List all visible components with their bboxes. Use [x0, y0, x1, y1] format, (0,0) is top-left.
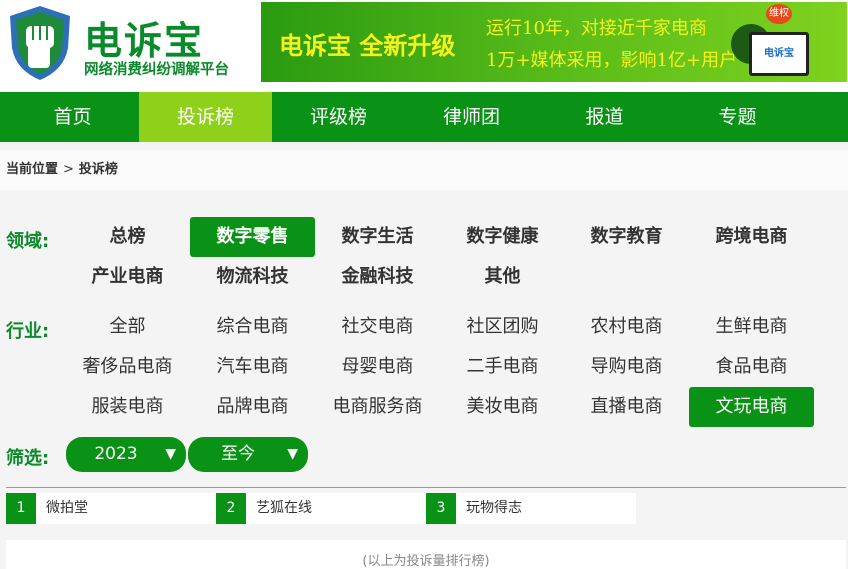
breadcrumb: 当前位置 > 投诉榜	[0, 150, 848, 190]
industry-option-active[interactable]: 文玩电商	[689, 387, 814, 427]
domain-option[interactable]: 数字教育	[564, 217, 689, 257]
banner-slogan: 电诉宝 全新升级	[279, 31, 456, 60]
industry-option[interactable]: 直播电商	[564, 387, 689, 427]
industry-option[interactable]: 电商服务商	[315, 387, 440, 427]
rank-company[interactable]: 玩物得志	[466, 493, 522, 524]
ranking-item[interactable]: 2 艺狐在线	[216, 493, 426, 524]
domain-option[interactable]: 总榜	[65, 217, 190, 257]
industry-option[interactable]: 综合电商	[190, 307, 315, 347]
banner-badge: 维权	[766, 4, 792, 24]
industry-option[interactable]: 品牌电商	[190, 387, 315, 427]
industry-option[interactable]: 农村电商	[564, 307, 689, 347]
industry-option[interactable]: 社交电商	[315, 307, 440, 347]
domain-option[interactable]: 金融科技	[315, 257, 440, 297]
nav-item-reports[interactable]: 报道	[538, 92, 671, 142]
domain-option[interactable]: 其他	[440, 257, 565, 297]
breadcrumb-separator: >	[63, 162, 74, 177]
banner-screen: 电诉宝	[749, 32, 809, 76]
year-to-select[interactable]: 至今 ▼	[188, 437, 308, 472]
breadcrumb-current[interactable]: 投诉榜	[79, 162, 118, 177]
rank-company[interactable]: 微拍堂	[46, 493, 88, 524]
promo-banner[interactable]: 电诉宝 全新升级 运行10年，对接近千家电商 1万+媒体采用，影响1亿+用户 电…	[261, 2, 847, 82]
industry-option[interactable]: 二手电商	[440, 347, 565, 387]
chevron-down-icon: ▼	[287, 446, 298, 462]
divider	[6, 487, 846, 488]
industry-option[interactable]: 母婴电商	[315, 347, 440, 387]
banner-line-2: 1万+媒体采用，影响1亿+用户	[486, 50, 738, 71]
domain-option[interactable]: 跨境电商	[689, 217, 814, 257]
fist-shield-icon	[10, 6, 70, 80]
year-from-select[interactable]: 2023 ▼	[66, 437, 186, 472]
year-from-value: 2023	[94, 444, 138, 464]
industry-option[interactable]: 生鲜电商	[689, 307, 814, 347]
nav-item-topics[interactable]: 专题	[671, 92, 804, 142]
nav-item-ratings[interactable]: 评级榜	[272, 92, 405, 142]
domain-option[interactable]: 数字生活	[315, 217, 440, 257]
site-header: 电诉宝 网络消费纠纷调解平台 电诉宝 全新升级 运行10年，对接近千家电商 1万…	[0, 0, 848, 92]
domain-option-active[interactable]: 数字零售	[190, 217, 315, 257]
industry-option[interactable]: 汽车电商	[190, 347, 315, 387]
nav-item-home[interactable]: 首页	[6, 92, 139, 142]
year-to-value: 至今	[221, 444, 255, 464]
industry-option[interactable]: 导购电商	[564, 347, 689, 387]
domain-option[interactable]: 物流科技	[190, 257, 315, 297]
logo-subtitle: 网络消费纠纷调解平台	[84, 62, 229, 78]
site-logo[interactable]: 电诉宝 网络消费纠纷调解平台	[4, 2, 254, 86]
rank-company[interactable]: 艺狐在线	[256, 493, 312, 524]
industry-label: 行业:	[6, 321, 50, 342]
industry-option[interactable]: 奢侈品电商	[65, 347, 190, 387]
industry-option[interactable]: 服装电商	[65, 387, 190, 427]
rank-number: 2	[216, 493, 246, 524]
logo-title: 电诉宝	[84, 19, 205, 63]
domain-option[interactable]: 数字健康	[440, 217, 565, 257]
industry-option[interactable]: 食品电商	[689, 347, 814, 387]
banner-line-1: 运行10年，对接近千家电商	[486, 18, 707, 39]
breadcrumb-label: 当前位置	[6, 162, 59, 177]
screen-label: 筛选:	[6, 448, 50, 469]
ranking-list-panel: (以上为投诉量排行榜)	[6, 540, 846, 569]
rank-number: 3	[426, 493, 456, 524]
chevron-down-icon: ▼	[165, 446, 176, 462]
ranking-item[interactable]: 3 玩物得志	[426, 493, 636, 524]
nav-item-lawyers[interactable]: 律师团	[405, 92, 538, 142]
ranking-footnote: (以上为投诉量排行榜)	[362, 554, 490, 569]
ranking-item[interactable]: 1 微拍堂	[6, 493, 216, 524]
nav-item-complaints[interactable]: 投诉榜	[139, 92, 272, 142]
rank-number: 1	[6, 493, 36, 524]
industry-option[interactable]: 美妆电商	[440, 387, 565, 427]
main-nav: 首页 投诉榜 评级榜 律师团 报道 专题	[0, 92, 848, 142]
industry-option[interactable]: 全部	[65, 307, 190, 347]
domain-option[interactable]: 产业电商	[65, 257, 190, 297]
domain-label: 领域:	[6, 231, 50, 252]
industry-option[interactable]: 社区团购	[440, 307, 565, 347]
